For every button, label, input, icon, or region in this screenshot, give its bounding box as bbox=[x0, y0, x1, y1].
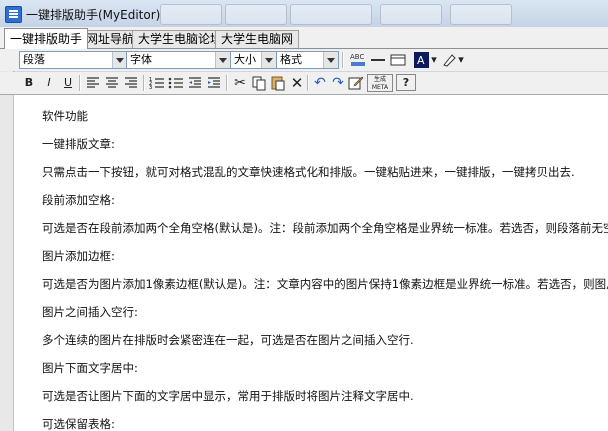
paste-icon[interactable] bbox=[269, 74, 287, 92]
separator bbox=[307, 75, 309, 91]
size-select[interactable]: 大小 bbox=[230, 51, 277, 69]
indent-icon[interactable] bbox=[205, 74, 223, 92]
format-select[interactable]: 格式 bbox=[276, 51, 339, 69]
chevron-down-icon[interactable]: ▾ bbox=[430, 51, 438, 69]
background-tab[interactable] bbox=[380, 4, 442, 25]
separator bbox=[143, 75, 145, 91]
tab-forum[interactable]: 大学生电脑论坛 bbox=[132, 30, 229, 48]
doc-line: 可选是否让图片下面的文字居中显示，常用于排版时将图片注释文字居中. bbox=[42, 389, 414, 403]
separator bbox=[226, 75, 228, 91]
separator bbox=[342, 52, 344, 68]
paragraph-select-label: 段落 bbox=[23, 53, 45, 66]
outdent-icon[interactable] bbox=[186, 74, 204, 92]
redo-icon[interactable]: ↷ bbox=[329, 74, 347, 92]
background-tab[interactable] bbox=[450, 4, 512, 25]
editor-area[interactable]: 软件功能 一键排版文章: 只需点击一下按钮，就可对格式混乱的文章快速格式化和排版… bbox=[13, 95, 608, 431]
doc-line: 图片下面文字居中: bbox=[42, 361, 138, 375]
doc-line: 只需点击一下按钮，就可对格式混乱的文章快速格式化和排版。一键粘贴进来，一键排版，… bbox=[42, 165, 575, 179]
title-bar: 一键排版助手(MyEditor) bbox=[0, 0, 608, 28]
copy-icon[interactable] bbox=[250, 74, 268, 92]
doc-line: 多个连续的图片在排版时会紧密连在一起，可选是否在图片之间插入空行. bbox=[42, 333, 414, 347]
doc-line: 一键排版文章: bbox=[42, 137, 115, 151]
chevron-down-icon bbox=[261, 52, 276, 68]
doc-line: 段前添加空格: bbox=[42, 193, 115, 207]
font-color-icon[interactable]: A bbox=[413, 51, 430, 69]
doc-line: 可选是否为图片添加1像素边框(默认是)。注：文章内容中的图片保持1像素边框是业界… bbox=[42, 277, 608, 291]
app-icon bbox=[5, 6, 22, 23]
chevron-down-icon bbox=[323, 52, 338, 68]
chevron-down-icon bbox=[215, 52, 230, 68]
doc-line: 可选是否在段前添加两个全角空格(默认是)。注：段前添加两个全角空格是业界统一标准… bbox=[42, 221, 608, 235]
svg-text:ABC: ABC bbox=[350, 53, 364, 61]
doc-line: 可选保留表格: bbox=[42, 417, 115, 431]
font-select[interactable]: 字体 bbox=[126, 51, 231, 69]
underline-button[interactable]: U bbox=[59, 74, 77, 92]
cut-icon[interactable]: ✂ bbox=[231, 74, 249, 92]
font-select-label: 字体 bbox=[130, 53, 152, 66]
toolbar-row-2: B I U 123 ✂ ✕ ↶ ↷ 生成 META ? bbox=[0, 72, 608, 95]
svg-text:3: 3 bbox=[149, 85, 152, 91]
size-select-label: 大小 bbox=[234, 53, 256, 66]
italic-button[interactable]: I bbox=[40, 74, 58, 92]
tab-url-nav[interactable]: 网址导航 bbox=[80, 30, 141, 48]
table-icon[interactable] bbox=[389, 51, 407, 69]
align-right-icon[interactable] bbox=[122, 74, 140, 92]
doc-line: 图片之间插入空行: bbox=[42, 305, 138, 319]
delete-icon[interactable]: ✕ bbox=[288, 74, 306, 92]
horizontal-rule-icon[interactable] bbox=[369, 51, 387, 69]
bold-button[interactable]: B bbox=[20, 74, 38, 92]
doc-line: 图片添加边框: bbox=[42, 249, 115, 263]
background-tab[interactable] bbox=[290, 4, 372, 25]
svg-text:A: A bbox=[417, 54, 425, 67]
window-title: 一键排版助手(MyEditor) bbox=[26, 8, 161, 22]
chevron-down-icon[interactable]: ▾ bbox=[457, 51, 465, 69]
toolbar-row-1: 段落 字体 大小 格式 ABC A ▾ ▾ bbox=[0, 49, 608, 71]
format-select-label: 格式 bbox=[280, 53, 302, 66]
tab-website[interactable]: 大学生电脑网 bbox=[215, 30, 300, 48]
background-tab[interactable] bbox=[160, 4, 222, 25]
help-button[interactable]: ? bbox=[396, 74, 416, 91]
generate-meta-button[interactable]: 生成 META bbox=[367, 74, 393, 92]
undo-icon[interactable]: ↶ bbox=[311, 74, 329, 92]
align-center-icon[interactable] bbox=[103, 74, 121, 92]
chevron-down-icon bbox=[112, 52, 127, 68]
align-left-icon[interactable] bbox=[84, 74, 102, 92]
abc-icon[interactable]: ABC bbox=[349, 51, 367, 69]
edit-icon[interactable] bbox=[347, 74, 365, 92]
paragraph-select[interactable]: 段落 bbox=[19, 51, 128, 69]
tab-editor[interactable]: 一键排版助手 bbox=[4, 28, 89, 49]
highlight-pen-icon[interactable] bbox=[440, 51, 458, 69]
separator bbox=[79, 75, 81, 91]
doc-line: 软件功能 bbox=[42, 109, 88, 123]
background-tab[interactable] bbox=[225, 4, 287, 25]
tab-strip: 一键排版助手 网址导航 大学生电脑论坛 大学生电脑网 bbox=[0, 27, 608, 49]
bullet-list-icon[interactable] bbox=[167, 74, 185, 92]
numbered-list-icon[interactable]: 123 bbox=[148, 74, 166, 92]
